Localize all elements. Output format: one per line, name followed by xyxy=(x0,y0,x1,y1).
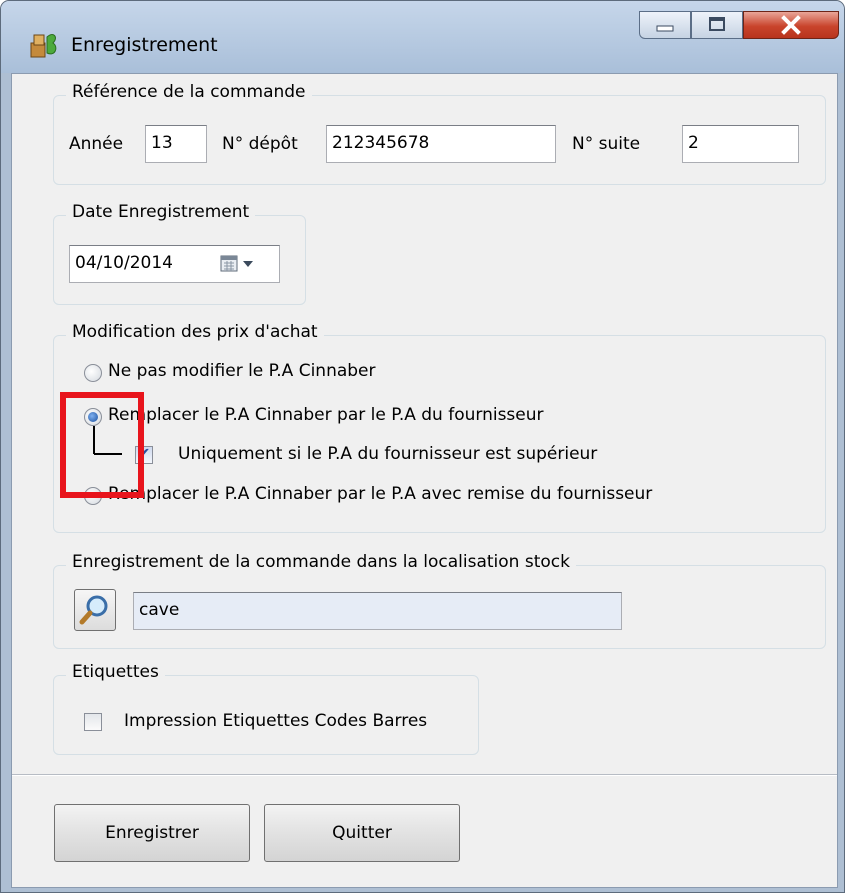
impression-etiquettes-checkbox[interactable] xyxy=(84,713,102,731)
stock-location-input[interactable]: cave xyxy=(133,592,622,630)
impression-etiquettes-label[interactable]: Impression Etiquettes Codes Barres xyxy=(124,711,427,731)
window-title: Enregistrement xyxy=(71,34,218,56)
radio-remplacer-remise-label[interactable]: Remplacer le P.A Cinnaber par le P.A ave… xyxy=(108,484,652,504)
annee-input[interactable]: 13 xyxy=(145,125,207,163)
uniquement-label[interactable]: Uniquement si le P.A du fournisseur est … xyxy=(178,444,597,464)
close-button[interactable] xyxy=(743,11,839,39)
minimize-button[interactable] xyxy=(639,11,691,39)
suite-input[interactable]: 2 xyxy=(682,125,799,163)
radio-ne-pas-modifier[interactable] xyxy=(84,364,102,382)
caption-buttons xyxy=(635,11,841,43)
prix-legend: Modification des prix d'achat xyxy=(66,322,324,342)
save-button[interactable]: Enregistrer xyxy=(54,804,250,862)
etiquettes-legend: Etiquettes xyxy=(66,662,165,682)
minimize-icon xyxy=(656,25,674,32)
window: Enregistrement Référence de la commande … xyxy=(0,0,845,893)
button-bar-separator-light xyxy=(12,775,837,776)
date-legend: Date Enregistrement xyxy=(66,202,256,222)
search-button[interactable] xyxy=(74,589,116,631)
calendar-icon[interactable] xyxy=(220,254,260,274)
search-icon xyxy=(79,595,108,625)
depot-input[interactable]: 212345678 xyxy=(326,125,556,163)
quit-button[interactable]: Quitter xyxy=(264,804,460,862)
title-bar[interactable]: Enregistrement xyxy=(1,1,844,73)
date-picker[interactable]: 04/10/2014 xyxy=(69,245,280,283)
app-icon xyxy=(30,34,57,58)
client-area: Référence de la commande Année 13 N° dép… xyxy=(11,73,838,888)
maximize-button[interactable] xyxy=(691,11,743,39)
radio-ne-pas-modifier-label[interactable]: Ne pas modifier le P.A Cinnaber xyxy=(108,361,376,381)
highlight-box xyxy=(60,392,144,498)
close-icon xyxy=(781,15,801,35)
reference-legend: Référence de la commande xyxy=(66,82,312,102)
suite-label: N° suite xyxy=(572,134,641,154)
date-value: 04/10/2014 xyxy=(75,253,173,273)
annee-label: Année xyxy=(69,134,124,154)
radio-remplacer-fournisseur-label[interactable]: Remplacer le P.A Cinnaber par le P.A du … xyxy=(108,405,544,425)
depot-label: N° dépôt xyxy=(222,134,298,154)
stock-legend: Enregistrement de la commande dans la lo… xyxy=(66,552,576,572)
maximize-icon xyxy=(709,17,725,31)
